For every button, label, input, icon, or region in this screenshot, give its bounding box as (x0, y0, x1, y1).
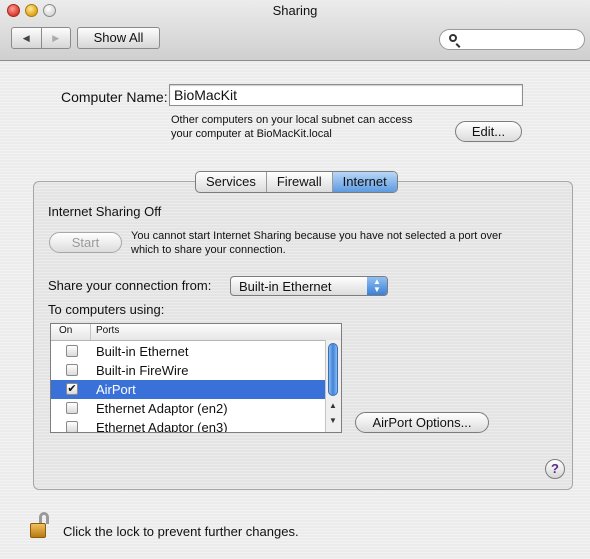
port-checkbox[interactable] (66, 364, 78, 376)
airport-options-button[interactable]: AirPort Options... (355, 412, 489, 433)
lock-message: Click the lock to prevent further change… (63, 524, 299, 539)
port-name: AirPort (96, 382, 136, 397)
lock-icon[interactable] (30, 512, 52, 540)
port-checkbox[interactable]: ✔ (66, 383, 78, 395)
port-checkbox[interactable] (66, 421, 78, 432)
search-icon (449, 34, 457, 42)
scroll-down-icon[interactable]: ▼ (329, 416, 337, 425)
share-from-popup[interactable]: Built-in Ethernet ▲ ▼ (230, 276, 388, 296)
computer-name-label: Computer Name: (61, 89, 168, 105)
table-row[interactable]: Built-in Ethernet (51, 342, 325, 361)
start-note-line2: which to share your connection. (131, 244, 286, 256)
back-forward-buttons: ◀ ▶ (11, 27, 71, 49)
ports-table: On Ports Built-in Ethernet Built-in Fire… (50, 323, 342, 433)
window-title: Sharing (272, 3, 318, 18)
port-checkbox[interactable] (66, 345, 78, 357)
table-row[interactable]: Ethernet Adaptor (en3) (51, 418, 325, 433)
tab-internet[interactable]: Internet (332, 172, 397, 192)
back-arrow-icon[interactable]: ◀ (12, 28, 41, 48)
search-field[interactable] (439, 29, 585, 50)
port-name: Built-in Ethernet (96, 344, 189, 359)
column-header-ports[interactable]: Ports (96, 325, 119, 336)
search-input[interactable] (464, 32, 578, 48)
port-checkbox[interactable] (66, 402, 78, 414)
table-row[interactable]: ✔ AirPort (51, 380, 325, 399)
table-header: On Ports (51, 324, 341, 341)
port-name: Ethernet Adaptor (en3) (96, 420, 228, 433)
to-computers-label: To computers using: (48, 302, 165, 317)
port-name: Built-in FireWire (96, 363, 189, 378)
port-name: Ethernet Adaptor (en2) (96, 401, 228, 416)
computer-name-field[interactable]: BioMacKit (169, 84, 523, 106)
updown-arrows-icon: ▲ ▼ (367, 277, 387, 295)
vertical-scrollbar[interactable]: ▲ ▼ (325, 340, 341, 432)
tab-services[interactable]: Services (196, 172, 267, 192)
edit-button[interactable]: Edit... (455, 121, 522, 142)
help-button[interactable]: ? (545, 459, 565, 479)
column-divider (90, 324, 91, 340)
computer-info-line2: your computer at BioMacKit.local (171, 128, 332, 140)
show-all-button[interactable]: Show All (77, 27, 160, 49)
table-row[interactable]: Ethernet Adaptor (en2) (51, 399, 325, 418)
scroll-up-icon[interactable]: ▲ (329, 401, 337, 410)
scroll-thumb[interactable] (328, 343, 338, 396)
tab-firewall[interactable]: Firewall (267, 172, 333, 192)
share-from-label: Share your connection from: (48, 278, 212, 293)
sharing-status: Internet Sharing Off (48, 204, 162, 219)
table-row[interactable]: Built-in FireWire (51, 361, 325, 380)
share-from-value: Built-in Ethernet (239, 279, 332, 294)
title-bar: Sharing ◀ ▶ Show All (0, 0, 590, 61)
tab-bar: Services Firewall Internet (195, 171, 398, 193)
sharing-window: Sharing ◀ ▶ Show All Computer Name: BioM… (0, 0, 590, 559)
column-header-on[interactable]: On (59, 325, 72, 336)
start-note-line1: You cannot start Internet Sharing becaus… (131, 230, 502, 242)
forward-arrow-icon[interactable]: ▶ (40, 28, 71, 48)
computer-info-line1: Other computers on your local subnet can… (171, 114, 413, 126)
start-button[interactable]: Start (49, 232, 122, 253)
lock-body (30, 523, 46, 538)
